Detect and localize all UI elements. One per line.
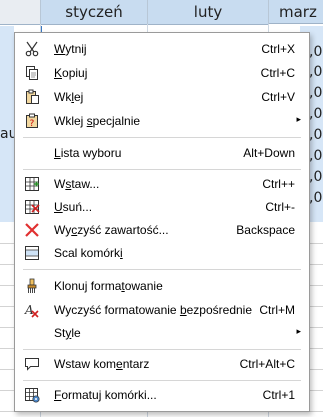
- menu-item-shortcut: Backspace: [236, 223, 295, 237]
- submenu-arrow-icon: ▸: [296, 326, 301, 336]
- column-header-marzec[interactable]: marz: [269, 0, 323, 24]
- cell-peek-text: ,0: [309, 85, 323, 101]
- menu-item-shortcut: Ctrl+X: [261, 42, 295, 56]
- svg-text:A: A: [24, 303, 34, 317]
- clear-formatting-icon: A: [24, 302, 40, 318]
- menu-separator: [23, 169, 301, 170]
- column-header-label: styczeń: [65, 3, 123, 21]
- menu-item-copy[interactable]: Kopiuj Ctrl+C: [15, 61, 309, 85]
- scissors-icon: [24, 41, 40, 57]
- menu-item-clone-formatting[interactable]: Klonuj formatowanie: [15, 274, 309, 298]
- menu-item-format-cells[interactable]: Formatuj komórki... Ctrl+1: [15, 383, 309, 407]
- menu-item-label: Wytnij: [54, 42, 87, 56]
- menu-item-label: Wstaw...: [54, 177, 100, 191]
- menu-separator: [23, 137, 301, 138]
- format-cells-icon: [24, 387, 40, 403]
- menu-item-shortcut: Ctrl+-: [265, 200, 295, 214]
- menu-separator: [23, 380, 301, 381]
- menu-item-label: Lista wyboru: [54, 146, 122, 160]
- menu-separator: [23, 269, 301, 270]
- menu-item-shortcut: Ctrl+M: [259, 303, 295, 317]
- menu-item-insert[interactable]: Wstaw... Ctrl++: [15, 172, 309, 196]
- clear-contents-icon: [24, 222, 40, 238]
- menu-item-label: Formatuj komórki...: [54, 388, 157, 402]
- menu-item-label: Scal komórki: [54, 246, 123, 260]
- column-header-row: styczeń luty marz: [0, 0, 323, 26]
- menu-item-shortcut: Ctrl+V: [261, 90, 295, 104]
- menu-item-merge-cells[interactable]: Scal komórki: [15, 241, 309, 265]
- menu-item-clear-contents[interactable]: Wyczyść zawartość... Backspace: [15, 218, 309, 242]
- svg-text:?: ?: [30, 119, 35, 129]
- menu-separator: [23, 349, 301, 350]
- menu-item-insert-comment[interactable]: Wstaw komentarz Ctrl+Alt+C: [15, 352, 309, 376]
- menu-item-label: Klonuj formatowanie: [54, 279, 163, 293]
- menu-item-style[interactable]: Style ▸: [15, 321, 309, 345]
- menu-item-shortcut: Ctrl++: [262, 177, 295, 191]
- menu-item-label: Wstaw komentarz: [54, 357, 150, 371]
- menu-item-shortcut: Ctrl+Alt+C: [239, 357, 295, 371]
- column-header-prev[interactable]: [0, 0, 41, 25]
- selected-range-fill-left: [0, 26, 14, 222]
- menu-item-shortcut: Ctrl+1: [262, 388, 295, 402]
- cell-peek-text: ,0: [309, 148, 323, 164]
- cell-peek-text: ,0: [309, 169, 323, 185]
- menu-item-label: Wyczyść formatowanie bezpośrednie: [54, 303, 253, 317]
- column-header-label: marz: [279, 2, 317, 21]
- delete-cells-icon: [24, 199, 40, 215]
- menu-item-label: Wklej: [54, 90, 84, 104]
- cell-peek-text: ,0: [309, 190, 323, 206]
- menu-item-shortcut: Alt+Down: [243, 146, 295, 160]
- column-header-luty[interactable]: luty: [148, 0, 269, 25]
- merge-cells-icon: [24, 245, 40, 261]
- menu-item-paste-special[interactable]: ? Wklej specjalnie ▸: [15, 109, 309, 133]
- paste-icon: [24, 89, 40, 105]
- menu-item-label: Wyczyść zawartość...: [54, 223, 169, 237]
- menu-item-label: Wklej specjalnie: [54, 114, 141, 128]
- column-header-styczen[interactable]: styczeń: [41, 0, 148, 25]
- menu-item-label: Kopiuj: [54, 66, 88, 80]
- column-header-label: luty: [193, 3, 223, 21]
- submenu-arrow-icon: ▸: [296, 114, 301, 124]
- menu-item-shortcut: Ctrl+C: [260, 66, 295, 80]
- cell-peek-text: ,0: [309, 106, 323, 122]
- context-menu: Wytnij Ctrl+X Kopiuj Ctrl+C Wklej Ctrl+V…: [14, 32, 310, 412]
- menu-item-delete[interactable]: Usuń... Ctrl+-: [15, 195, 309, 219]
- paste-special-icon: ?: [24, 113, 40, 129]
- menu-item-label: Usuń...: [54, 200, 93, 214]
- comment-icon: [24, 356, 40, 372]
- insert-cells-icon: [24, 176, 40, 192]
- clone-formatting-icon: [24, 278, 40, 294]
- cell-peek-text: ,0: [309, 44, 323, 60]
- menu-item-label: Style: [54, 326, 81, 340]
- menu-item-cut[interactable]: Wytnij Ctrl+X: [15, 37, 309, 61]
- cell-peek-text: ,0: [309, 127, 323, 143]
- menu-item-paste[interactable]: Wklej Ctrl+V: [15, 85, 309, 109]
- menu-item-clear-direct-formatting[interactable]: A Wyczyść formatowanie bezpośrednie Ctrl…: [15, 298, 309, 322]
- copy-icon: [24, 65, 40, 81]
- menu-item-selection-list[interactable]: Lista wyboru Alt+Down: [15, 141, 309, 165]
- cell-peek-text: ,0: [309, 64, 323, 80]
